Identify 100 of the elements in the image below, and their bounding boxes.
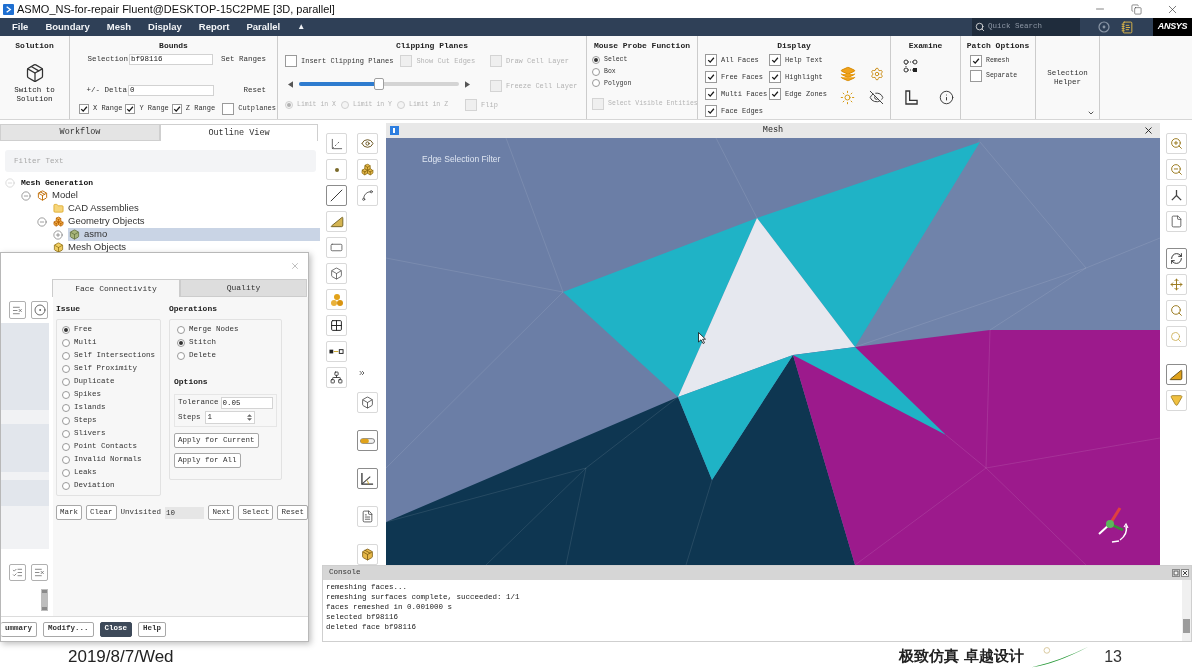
plus-circle-icon[interactable] — [53, 229, 63, 240]
radio-button[interactable] — [62, 325, 70, 334]
caret-left-icon[interactable] — [288, 80, 293, 88]
radio-button[interactable] — [62, 390, 70, 399]
circles-button[interactable] — [326, 289, 347, 310]
spinner-arrows-icon[interactable] — [246, 413, 252, 422]
checkbox[interactable] — [125, 103, 136, 114]
radio-button[interactable] — [177, 325, 185, 334]
checkbox[interactable] — [769, 54, 781, 66]
checkbox[interactable] — [769, 88, 781, 100]
minus-circle-icon[interactable] — [37, 216, 47, 227]
checkbox[interactable] — [705, 105, 717, 117]
radio-button[interactable] — [62, 468, 70, 477]
dialog-close-button[interactable] — [290, 261, 300, 271]
menu-item[interactable]: File — [12, 19, 29, 35]
radio-button[interactable] — [62, 442, 70, 451]
list-clear-button[interactable] — [31, 564, 48, 581]
cube-button[interactable] — [326, 263, 347, 284]
double-chevron-icon[interactable] — [358, 369, 366, 377]
close-icon[interactable] — [1181, 569, 1189, 577]
checkbox[interactable] — [705, 54, 717, 66]
l-shape-button[interactable] — [902, 88, 920, 106]
spline-button[interactable] — [357, 185, 378, 206]
rotate-button[interactable] — [1165, 248, 1187, 269]
layers-button[interactable] — [839, 65, 856, 82]
tab[interactable]: Face Connectivity — [52, 279, 180, 297]
target-button[interactable] — [31, 301, 48, 319]
radio-button[interactable] — [62, 351, 70, 360]
network-button[interactable] — [326, 367, 347, 388]
tree-item[interactable]: Mesh Objects — [52, 241, 127, 254]
grid-button[interactable] — [326, 315, 347, 336]
search-button[interactable] — [1165, 326, 1187, 347]
zoom-button[interactable] — [1165, 300, 1187, 321]
squares-arrow-button[interactable] — [326, 341, 347, 362]
radio-button[interactable] — [62, 416, 70, 425]
checkbox[interactable] — [769, 71, 781, 83]
radio-button[interactable] — [62, 377, 70, 386]
triangle-down-button[interactable] — [1165, 390, 1187, 411]
boxes-button[interactable] — [357, 159, 378, 180]
tab[interactable]: Outline View — [160, 124, 318, 141]
menu-item[interactable]: Display — [148, 19, 182, 35]
rectangle-button[interactable] — [326, 237, 347, 258]
zoom-in-button[interactable] — [1165, 133, 1187, 154]
caret-right-icon[interactable] — [465, 80, 470, 88]
collapse-ribbon-button[interactable]: ▲ — [297, 21, 306, 33]
radio-button[interactable] — [592, 79, 600, 88]
zoom-out-button[interactable] — [1165, 159, 1187, 180]
angle-button[interactable] — [357, 468, 378, 489]
checkbox[interactable] — [171, 103, 182, 114]
tree-item[interactable]: CAD Assemblies — [52, 202, 139, 215]
checkbox[interactable] — [705, 88, 717, 100]
radio-button[interactable] — [62, 455, 70, 464]
radio-button[interactable] — [62, 481, 70, 490]
tree-item[interactable]: Geometry Objects — [52, 215, 145, 228]
gear-button[interactable] — [868, 65, 885, 82]
viewport-close-button[interactable] — [1143, 125, 1154, 136]
checkbox[interactable] — [970, 70, 982, 82]
dot-button[interactable] — [326, 159, 347, 180]
checkbox[interactable] — [970, 55, 982, 67]
eye-slash-button[interactable] — [868, 89, 885, 106]
line-button[interactable] — [326, 185, 347, 206]
radio-button[interactable] — [62, 338, 70, 347]
radio-button[interactable] — [592, 67, 600, 76]
tab[interactable]: Quality — [180, 279, 307, 297]
document-button[interactable] — [357, 506, 378, 527]
bar-button[interactable] — [357, 430, 378, 451]
list-check-button[interactable] — [9, 564, 26, 581]
radio-button[interactable] — [177, 351, 185, 360]
package-button[interactable] — [357, 544, 378, 565]
menu-item[interactable]: Boundary — [45, 19, 90, 35]
caret-down-icon[interactable] — [1087, 109, 1095, 117]
tree-item[interactable]: Mesh Generation — [20, 176, 93, 189]
checkbox[interactable] — [705, 71, 717, 83]
menu-item[interactable]: Parallel — [246, 19, 281, 35]
tree-item[interactable]: asmo — [68, 228, 320, 241]
slider-thumb[interactable] — [374, 78, 384, 90]
scrollbar[interactable] — [1182, 580, 1191, 641]
checkbox[interactable] — [222, 102, 235, 115]
help-button[interactable] — [1097, 20, 1111, 34]
menu-item[interactable]: Report — [198, 19, 230, 35]
radio-button[interactable] — [177, 338, 185, 347]
triangle-button[interactable] — [1165, 364, 1187, 385]
scrollbar[interactable] — [41, 589, 48, 611]
tab[interactable]: Workflow — [0, 124, 160, 141]
notebook-button[interactable] — [1120, 20, 1134, 34]
page-button[interactable] — [1165, 211, 1187, 232]
move-button[interactable] — [1165, 274, 1187, 295]
radio-button[interactable] — [62, 429, 70, 438]
list-clear-button[interactable] — [9, 301, 26, 319]
sun-button[interactable] — [839, 89, 856, 106]
radio-button[interactable] — [62, 403, 70, 412]
triad-button[interactable] — [1165, 185, 1187, 206]
minus-circle-icon[interactable] — [21, 190, 31, 201]
axes-button[interactable] — [326, 133, 347, 154]
cube-outline-button[interactable] — [357, 392, 378, 413]
checkbox[interactable] — [285, 55, 297, 67]
tree-item[interactable]: Model — [36, 189, 78, 202]
info-button[interactable] — [937, 88, 955, 106]
slider-track[interactable] — [299, 78, 459, 90]
radio-button[interactable] — [592, 55, 600, 64]
